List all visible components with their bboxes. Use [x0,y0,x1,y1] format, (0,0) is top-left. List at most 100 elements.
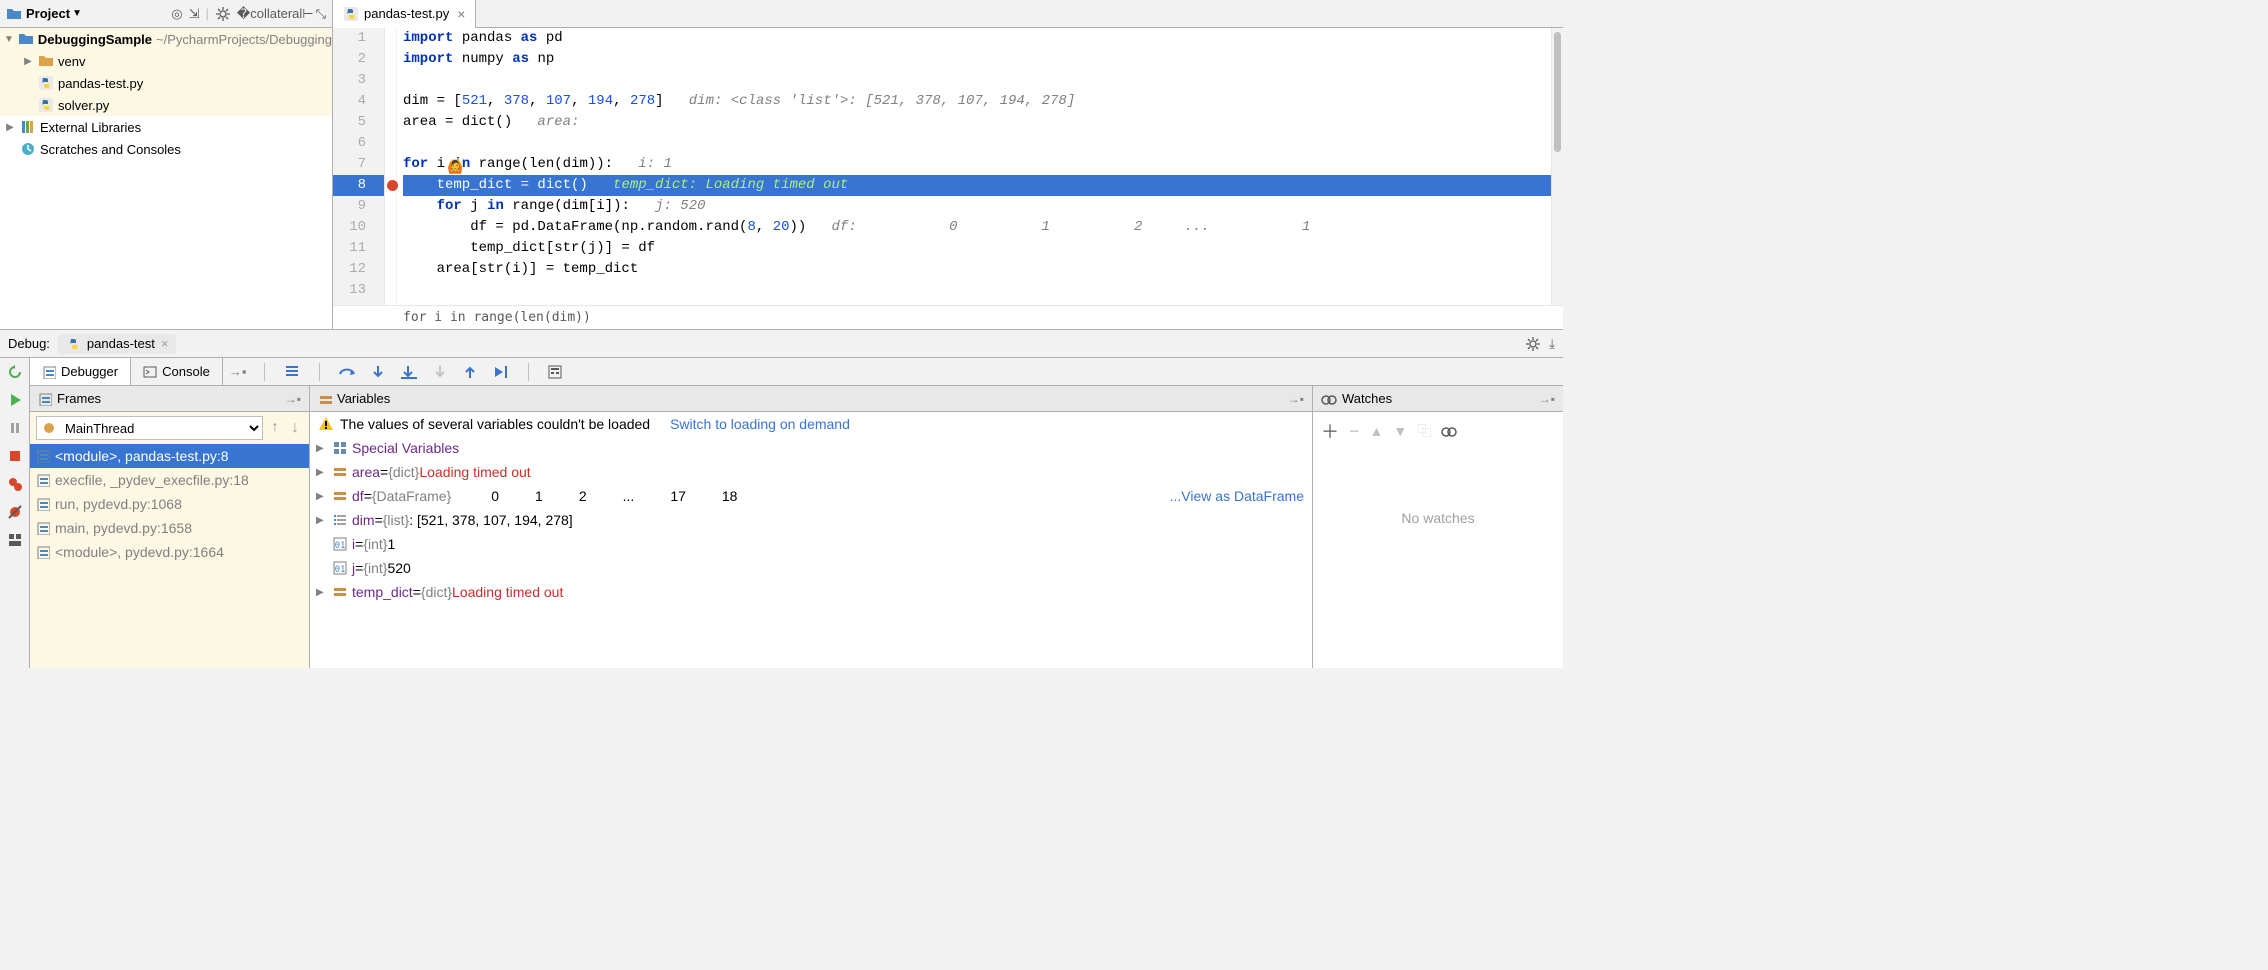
fold-column[interactable] [385,28,397,305]
stop-button[interactable] [5,446,25,466]
next-frame-button[interactable]: ↓ [287,419,303,437]
variable-row-j[interactable]: j = {int} 520 [310,556,1312,580]
show-watches-icon[interactable] [1441,424,1459,438]
code-line[interactable]: area[str(i)] = temp_dict [403,259,1563,280]
expand-icon[interactable]: ▶ [316,491,328,502]
scratches-row[interactable]: Scratches and Consoles [0,138,332,160]
layout-settings-button[interactable] [5,530,25,550]
gear-icon[interactable] [215,6,231,22]
project-root-row[interactable]: ▼ DebuggingSample ~/PycharmProjects/Debu… [0,28,332,50]
hide-icon[interactable]: �collateral⊢ [237,6,314,22]
force-step-into-button[interactable] [432,364,448,380]
evaluate-expression-button[interactable] [547,364,563,380]
expand-icon[interactable]: ▶ [316,443,328,454]
locate-icon[interactable]: ◎ [171,6,182,22]
code-line[interactable]: area = dict() area: [403,112,1563,133]
code-line[interactable] [403,133,1563,154]
editor-body[interactable]: 12345678910111213 import pandas as pdimp… [333,28,1563,305]
code-line[interactable]: for j in range(dim[i]): j: 520 [403,196,1563,217]
step-out-button[interactable] [462,364,478,380]
variable-row-dim[interactable]: ▶dim = {list} : [521, 378, 107, 194, 278… [310,508,1312,532]
move-down-button[interactable]: ▼ [1393,423,1407,439]
close-tab-icon[interactable]: × [457,6,465,22]
line-number[interactable]: 6 [333,133,366,154]
code-line[interactable] [403,280,1563,301]
step-over-button[interactable] [338,364,356,380]
restore-layout-icon[interactable]: →▪ [285,392,301,406]
pause-button[interactable] [5,418,25,438]
tree-item-solver-py[interactable]: solver.py [0,94,332,116]
frame-row[interactable]: run, pydevd.py:1068 [30,492,309,516]
step-into-my-code-button[interactable] [400,364,418,380]
add-watch-button[interactable]: ＋ [1321,418,1339,444]
tree-item-pandas-test-py[interactable]: pandas-test.py [0,72,332,94]
resume-button[interactable] [5,390,25,410]
run-config-tab[interactable]: pandas-test × [58,334,177,354]
code-line[interactable]: import numpy as np [403,49,1563,70]
line-number[interactable]: 1 [333,28,366,49]
line-number[interactable]: 12 [333,259,366,280]
frame-row[interactable]: <module>, pandas-test.py:8 [30,444,309,468]
breakpoint-icon[interactable] [387,180,398,191]
frame-row[interactable]: <module>, pydevd.py:1664 [30,540,309,564]
prev-frame-button[interactable]: ↑ [267,419,283,437]
expand-icon[interactable]: ▶ [4,122,16,133]
move-up-button[interactable]: ▲ [1370,423,1384,439]
expand-icon[interactable]: ▶ [316,515,328,526]
tab-console[interactable]: Console [131,358,223,385]
editor-breadcrumb[interactable]: for i in range(len(dim)) [333,305,1563,329]
line-number[interactable]: 5 [333,112,366,133]
tab-overflow-icon[interactable]: →▪ [223,358,247,385]
expand-icon[interactable]: ▶ [316,587,328,598]
mute-breakpoints-button[interactable] [5,502,25,522]
code-line[interactable]: temp_dict = dict() temp_dict: Loading ti… [403,175,1563,196]
code-line[interactable] [403,70,1563,91]
hide-panel-icon[interactable]: ⤡ [316,6,326,22]
line-number[interactable]: 4 [333,91,366,112]
step-into-button[interactable] [370,364,386,380]
variable-row-i[interactable]: i = {int} 1 [310,532,1312,556]
line-number[interactable]: 10 [333,217,366,238]
line-number[interactable]: 11 [333,238,366,259]
line-number[interactable]: 2 [333,49,366,70]
variable-row-temp_dict[interactable]: ▶temp_dict = {dict} Loading timed out [310,580,1312,604]
copy-button[interactable]: ⿻ [1417,421,1431,441]
variable-row-df[interactable]: ▶df = {DataFrame}012...1718...View as Da… [310,484,1312,508]
code-area[interactable]: import pandas as pdimport numpy as np dim… [397,28,1563,305]
code-line[interactable]: import pandas as pd [403,28,1563,49]
expand-icon[interactable]: ▶ [22,56,34,67]
tab-debugger[interactable]: Debugger [30,358,131,385]
editor-scrollbar[interactable] [1551,28,1563,305]
rerun-button[interactable] [5,362,25,382]
scrollbar-thumb[interactable] [1554,32,1561,152]
code-line[interactable]: 🙆for i in range(len(dim)): i: 1 [403,154,1563,175]
gutter[interactable]: 12345678910111213 [333,28,385,305]
view-breakpoints-button[interactable] [5,474,25,494]
external-libraries-row[interactable]: ▶ External Libraries [0,116,332,138]
run-to-cursor-button[interactable] [492,364,510,380]
show-execution-point-button[interactable] [283,364,301,380]
code-line[interactable]: temp_dict[str(j)] = df [403,238,1563,259]
remove-watch-button[interactable]: − [1349,421,1360,442]
line-number[interactable]: 13 [333,280,366,301]
line-number[interactable]: 9 [333,196,366,217]
line-number[interactable]: 3 [333,70,366,91]
variable-row-area[interactable]: ▶area = {dict} Loading timed out [310,460,1312,484]
line-number[interactable]: 8 [333,175,384,196]
restore-layout-icon[interactable]: →▪ [1288,392,1304,406]
tree-item-venv[interactable]: ▶venv [0,50,332,72]
project-view-selector[interactable]: Project ▼ [6,6,82,22]
collapse-all-icon[interactable]: ⇲ [189,6,200,22]
line-number[interactable]: 7 [333,154,366,175]
debug-settings-icon[interactable] [1525,336,1541,352]
view-as-dataframe-link[interactable]: ...View as DataFrame [1170,488,1304,504]
variable-row-Special-Variables[interactable]: ▶Special Variables [310,436,1312,460]
restore-layout-icon[interactable]: →▪ [1539,392,1555,406]
close-run-tab-icon[interactable]: × [161,336,169,351]
expand-icon[interactable]: ▼ [4,34,14,45]
expand-icon[interactable]: ▶ [316,467,328,478]
download-icon[interactable]: ⤓ [1549,336,1555,352]
code-line[interactable]: dim = [521, 378, 107, 194, 278] dim: <cl… [403,91,1563,112]
project-tree[interactable]: ▼ DebuggingSample ~/PycharmProjects/Debu… [0,28,332,329]
editor-tab-pandas-test[interactable]: pandas-test.py × [333,0,476,28]
